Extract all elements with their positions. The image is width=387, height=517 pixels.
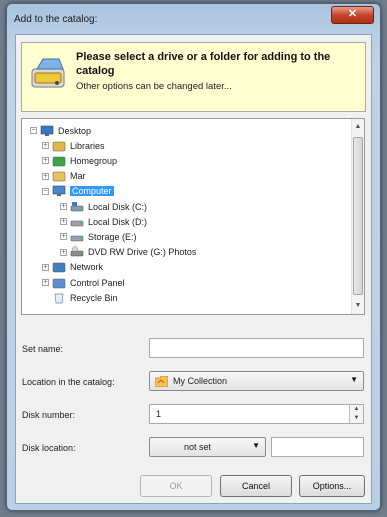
cancel-button[interactable]: Cancel: [220, 475, 292, 497]
libraries-icon: [52, 141, 66, 151]
tree-item[interactable]: + Libraries: [42, 138, 105, 153]
disk-location-value: not set: [183, 442, 212, 452]
scroll-thumb[interactable]: [353, 137, 363, 295]
tree-item[interactable]: + DVD RW Drive (G:) Photos: [60, 245, 196, 260]
computer-icon: [52, 185, 66, 197]
expand-icon[interactable]: +: [60, 233, 67, 241]
close-button[interactable]: ✕: [331, 6, 374, 24]
tree-item-label: Homegroup: [70, 155, 118, 166]
location-combobox[interactable]: My Collection ▼: [149, 371, 364, 391]
catalog-drive-icon: [31, 58, 65, 88]
tree-item-label: Libraries: [70, 140, 105, 151]
disk-number-label: Disk number:: [22, 410, 76, 420]
location-label: Location in the catalog:: [22, 377, 115, 387]
set-name-label: Set name:: [22, 344, 64, 354]
control-panel-icon: [52, 278, 66, 288]
homegroup-icon: [52, 156, 66, 167]
tree-item-label: Computer: [70, 186, 114, 197]
disk-number-stepper[interactable]: 1 ▲ ▼: [149, 404, 364, 424]
recycle-bin-icon: [54, 293, 64, 304]
disk-location-label: Disk location:: [22, 443, 76, 453]
add-to-catalog-dialog: Add to the catalog: ✕ Please select a dr…: [6, 3, 381, 511]
tree-item-label: Desktop: [58, 125, 92, 136]
collection-folder-icon: [155, 375, 168, 387]
instruction-subtitle: Other options can be changed later...: [76, 81, 232, 92]
collapse-icon[interactable]: −: [42, 187, 49, 195]
user-folder-icon: [52, 171, 66, 182]
title-bar[interactable]: Add to the catalog: ✕: [7, 4, 380, 34]
tree-item-label: Storage (E:): [88, 231, 137, 242]
tree-item-label: Recycle Bin: [70, 292, 118, 303]
spin-buttons[interactable]: ▲ ▼: [349, 405, 363, 423]
set-name-input[interactable]: [149, 338, 364, 358]
window-title: Add to the catalog:: [14, 14, 98, 25]
options-button[interactable]: Options...: [299, 475, 365, 497]
tree-item[interactable]: − Desktop: [30, 123, 91, 138]
location-value: My Collection: [173, 376, 228, 386]
tree-item-label: Control Panel: [70, 277, 125, 288]
scroll-down-icon[interactable]: ▼: [352, 300, 364, 312]
tree-item[interactable]: + Local Disk (C:): [60, 199, 147, 214]
disk-number-value: 1: [156, 409, 162, 419]
tree-item[interactable]: + Network: [42, 260, 103, 275]
tree-item-label: Mar: [70, 171, 86, 182]
expand-icon[interactable]: +: [60, 203, 67, 210]
tree-item-label: Network: [70, 262, 104, 273]
tree-item[interactable]: − Computer: [42, 184, 114, 199]
spin-up-icon[interactable]: ▲: [350, 405, 363, 414]
hard-disk-icon: [70, 220, 84, 226]
expand-icon[interactable]: +: [42, 172, 49, 180]
instruction-panel: Please select a drive or a folder for ad…: [21, 42, 366, 112]
dialog-body: Please select a drive or a folder for ad…: [15, 34, 372, 504]
tree-item[interactable]: + Storage (E:): [60, 229, 137, 244]
instruction-title: Please select a drive or a folder for ad…: [76, 51, 331, 77]
tree-item-label: DVD RW Drive (G:) Photos: [88, 247, 197, 258]
ok-button[interactable]: OK: [140, 475, 212, 497]
tree-item[interactable]: + Local Disk (D:): [60, 214, 147, 229]
system-disk-icon: [70, 201, 84, 211]
dvd-drive-icon: [70, 246, 84, 257]
desktop-icon: [40, 125, 54, 136]
tree-item[interactable]: + Mar: [42, 169, 86, 184]
hard-disk-icon: [70, 235, 84, 242]
tree-scrollbar[interactable]: ▲ ▼: [351, 119, 364, 314]
disk-location-combobox[interactable]: not set ▼: [149, 437, 266, 457]
folder-tree[interactable]: − Desktop + Libraries + Homegroup + Mar − Compute…: [21, 118, 365, 315]
spin-down-icon[interactable]: ▼: [350, 414, 363, 423]
expand-icon[interactable]: +: [60, 218, 67, 226]
expand-icon[interactable]: +: [42, 263, 49, 271]
tree-item-label: Local Disk (C:): [88, 201, 148, 212]
expand-icon[interactable]: +: [60, 248, 67, 256]
expand-icon[interactable]: +: [42, 279, 49, 286]
tree-item-label: Local Disk (D:): [88, 216, 148, 227]
network-icon: [52, 263, 66, 273]
expand-icon[interactable]: +: [42, 157, 49, 165]
tree-item[interactable]: + Control Panel: [42, 275, 125, 290]
scroll-up-icon[interactable]: ▲: [352, 121, 364, 133]
tree-item[interactable]: Recycle Bin: [42, 290, 118, 305]
disk-location-input[interactable]: [271, 437, 364, 457]
tree-item[interactable]: + Homegroup: [42, 153, 117, 168]
chevron-down-icon: ▼: [350, 375, 358, 384]
chevron-down-icon: ▼: [252, 441, 260, 450]
expand-icon[interactable]: +: [42, 142, 49, 150]
collapse-icon[interactable]: −: [30, 127, 37, 134]
